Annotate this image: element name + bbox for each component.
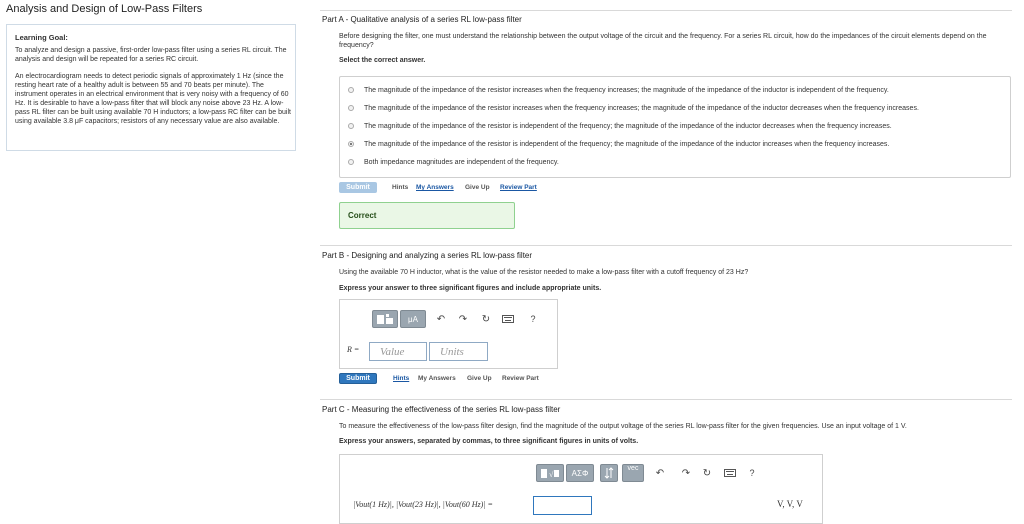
redo-icon[interactable]: ↷ — [458, 314, 468, 325]
part-b-submit-button[interactable]: Submit — [339, 373, 377, 384]
units-symbol-button[interactable]: μA — [400, 310, 426, 328]
part-b-hints-link[interactable]: Hints — [393, 375, 409, 382]
greek-symbols-button[interactable]: ΑΣΦ — [566, 464, 594, 482]
voltages-input[interactable] — [533, 496, 592, 515]
undo-icon[interactable]: ↶ — [655, 468, 665, 479]
reset-icon[interactable]: ↻ — [702, 468, 712, 479]
feedback-text: Correct — [348, 211, 377, 220]
units-suffix: V, V, V — [777, 499, 803, 509]
learning-goal-panel: Learning Goal: To analyze and design a p… — [6, 24, 296, 151]
radio-button[interactable] — [348, 123, 354, 129]
part-a-hints-link[interactable]: Hints — [392, 184, 408, 191]
help-icon[interactable]: ? — [747, 467, 757, 479]
keyboard-icon[interactable] — [724, 468, 736, 478]
learning-goal-description: An electrocardiogram needs to detect per… — [15, 73, 291, 125]
part-a-header[interactable]: Part A - Qualitative analysis of a serie… — [322, 15, 522, 24]
part-b-header[interactable]: Part B - Designing and analyzing a serie… — [322, 251, 532, 260]
choice-3[interactable]: The magnitude of the impedance of the re… — [348, 119, 892, 133]
feedback-correct: Correct — [339, 202, 515, 229]
value-input[interactable]: Value — [369, 342, 427, 361]
part-c-instruction: Express your answers, separated by comma… — [339, 438, 639, 445]
part-c-header[interactable]: Part C - Measuring the effectiveness of … — [322, 405, 560, 414]
part-b-answer-panel: μA ↶ ↷ ↻ ? R = Value Units — [339, 299, 558, 369]
part-a-question: Before designing the filter, one must un… — [339, 33, 987, 49]
variable-label: R = — [347, 345, 360, 354]
units-input[interactable]: Units — [429, 342, 488, 361]
page-title: Analysis and Design of Low-Pass Filters — [6, 3, 203, 15]
part-a-choices: The magnitude of the impedance of the re… — [339, 76, 1011, 178]
help-icon[interactable]: ? — [528, 313, 538, 325]
part-a-instruction: Select the correct answer. — [339, 57, 426, 64]
part-b-question: Using the available 70 H inductor, what … — [339, 269, 749, 276]
vector-button[interactable]: vec — [622, 464, 644, 482]
radio-button[interactable] — [348, 159, 354, 165]
part-a-submit-button[interactable]: Submit — [339, 182, 377, 193]
part-b-my-answers-link[interactable]: My Answers — [418, 375, 456, 382]
choice-text: The magnitude of the impedance of the re… — [364, 104, 919, 112]
reset-icon[interactable]: ↻ — [481, 314, 491, 325]
learning-goal-intro: To analyze and design a passive, first-o… — [15, 47, 287, 63]
part-b-give-up-link[interactable]: Give Up — [467, 375, 492, 382]
redo-icon[interactable]: ↷ — [681, 468, 691, 479]
choice-text: Both impedance magnitudes are independen… — [364, 158, 559, 166]
sort-arrows-icon — [604, 467, 614, 479]
radio-button[interactable] — [348, 105, 354, 111]
subscript-button[interactable] — [600, 464, 618, 482]
part-a-divider — [320, 10, 1012, 11]
choice-1[interactable]: The magnitude of the impedance of the re… — [348, 83, 889, 97]
svg-text:√: √ — [549, 470, 554, 479]
undo-icon[interactable]: ↶ — [436, 314, 446, 325]
templates-button[interactable] — [372, 310, 398, 328]
radio-button-selected[interactable] — [348, 141, 354, 147]
choice-text: The magnitude of the impedance of the re… — [364, 122, 892, 130]
choice-5[interactable]: Both impedance magnitudes are independen… — [348, 155, 559, 169]
keyboard-icon[interactable] — [502, 314, 514, 324]
part-b-review-link[interactable]: Review Part — [502, 375, 539, 382]
part-a-my-answers-link[interactable]: My Answers — [416, 184, 454, 191]
templates-button[interactable]: √ — [536, 464, 564, 482]
part-c-answer-panel: √ ΑΣΦ vec ↶ ↷ ↻ ? |Vout(1 Hz)|, |Vout(23… — [339, 454, 823, 524]
learning-goal-title: Learning Goal: — [15, 33, 68, 42]
choice-text: The magnitude of the impedance of the re… — [364, 86, 889, 94]
choice-4[interactable]: The magnitude of the impedance of the re… — [348, 137, 889, 151]
part-a-give-up-link[interactable]: Give Up — [465, 184, 490, 191]
choice-text: The magnitude of the impedance of the re… — [364, 140, 890, 148]
part-b-instruction: Express your answer to three significant… — [339, 285, 602, 292]
part-a-review-link[interactable]: Review Part — [500, 184, 537, 191]
equation-label: |Vout(1 Hz)|, |Vout(23 Hz)|, |Vout(60 Hz… — [353, 500, 493, 509]
templates-icon — [377, 314, 393, 324]
part-b-divider — [320, 245, 1012, 246]
choice-2[interactable]: The magnitude of the impedance of the re… — [348, 101, 919, 115]
part-c-divider — [320, 399, 1012, 400]
templates-icon: √ — [541, 469, 559, 479]
radio-button[interactable] — [348, 87, 354, 93]
part-c-question: To measure the effectiveness of the low-… — [339, 423, 907, 430]
